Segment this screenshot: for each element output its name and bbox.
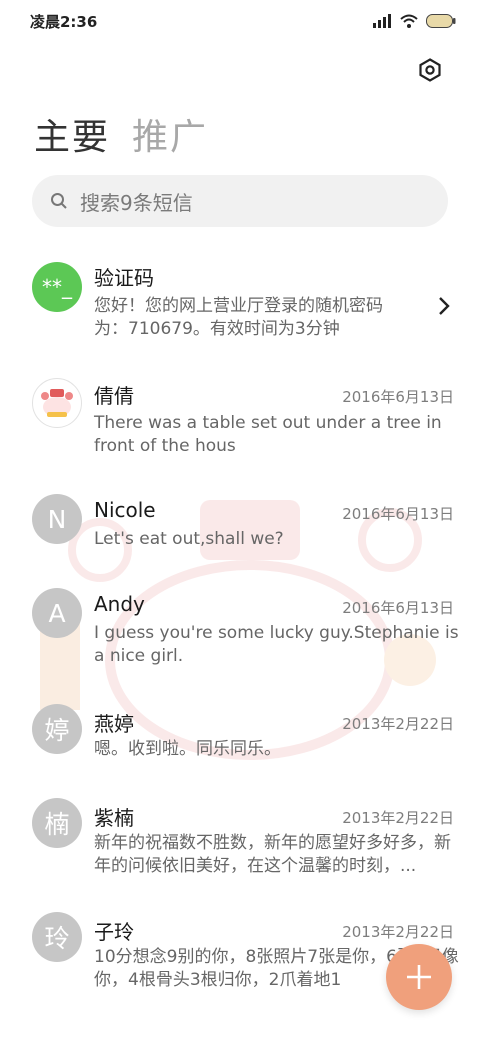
message-date: 2016年6月13日 (342, 599, 454, 617)
avatar-text: 楠 (44, 810, 70, 839)
settings-button[interactable] (414, 54, 446, 86)
avatar: 楠 (32, 798, 82, 848)
new-message-button[interactable] (386, 944, 452, 1010)
message-date: 2013年2月22日 (342, 809, 454, 827)
sender-name: 燕婷 (94, 712, 134, 736)
message-preview: 新年的祝福数不胜数，新年的愿望好多好多，新年的问候依旧美好，在这个温馨的时刻，.… (94, 833, 451, 876)
avatar: **_ (32, 262, 82, 312)
sender-name: 子玲 (94, 920, 134, 944)
message-preview: 您好！您的网上营业厅登录的随机密码为：710679。有效时间为3分钟 (94, 296, 383, 339)
avatar-text: 玲 (44, 924, 70, 953)
tab-bar: 主要 推广 (34, 108, 208, 160)
message-date: 2016年6月13日 (342, 505, 454, 523)
sender-name: Nicole (94, 498, 156, 522)
settings-icon (419, 58, 441, 82)
message-row[interactable]: 倩倩 2016年6月13日 There was a table set out … (0, 378, 480, 468)
status-bar: 凌晨2:36 (0, 0, 480, 42)
avatar-text: A (48, 598, 66, 628)
search-bar[interactable]: 搜索9条短信 (32, 175, 448, 227)
sender-name: 验证码 (94, 266, 154, 290)
message-date: 2016年6月13日 (342, 388, 454, 406)
wifi-icon (400, 14, 418, 28)
avatar-text: N (47, 504, 67, 534)
message-preview: I guess you're some lucky guy.Stephanie … (94, 623, 459, 666)
sender-name: Andy (94, 592, 145, 616)
avatar (32, 378, 82, 428)
message-row[interactable]: A Andy 2016年6月13日 I guess you're some lu… (0, 588, 480, 678)
message-preview: Let's eat out,shall we? (94, 529, 284, 549)
avatar: A (32, 588, 82, 638)
message-row[interactable]: N Nicole 2016年6月13日 Let's eat out,shall … (0, 494, 480, 564)
avatar-text: **_ (42, 275, 72, 299)
message-date: 2013年2月22日 (342, 715, 454, 733)
message-row[interactable]: 楠 紫楠 2013年2月22日 新年的祝福数不胜数，新年的愿望好多好多，新年的问… (0, 798, 480, 888)
sender-name: 倩倩 (94, 384, 134, 408)
tab-primary[interactable]: 主要 (34, 108, 110, 160)
message-row[interactable]: **_ 验证码 您好！您的网上营业厅登录的随机密码为：710679。有效时间为3… (0, 258, 480, 348)
battery-icon (426, 14, 456, 28)
message-preview: 嗯。收到啦。同乐同乐。 (94, 739, 281, 759)
status-icons (373, 14, 456, 28)
chevron-right-icon[interactable] (438, 296, 450, 316)
status-time: 凌晨2:36 (30, 12, 98, 31)
plus-icon (407, 965, 431, 989)
message-row[interactable]: 婷 燕婷 2013年2月22日 嗯。收到啦。同乐同乐。 (0, 704, 480, 774)
tab-promotions[interactable]: 推广 (132, 108, 208, 160)
avatar: 婷 (32, 704, 82, 754)
message-date: 2013年2月22日 (342, 923, 454, 941)
avatar: N (32, 494, 82, 544)
message-preview: There was a table set out under a tree i… (94, 413, 442, 456)
sender-name: 紫楠 (94, 806, 134, 830)
signal-icon (373, 14, 391, 28)
search-icon (51, 193, 67, 209)
cartoon-avatar-icon (41, 389, 73, 417)
search-placeholder: 搜索9条短信 (80, 190, 193, 215)
avatar: 玲 (32, 912, 82, 962)
avatar-text: 婷 (44, 716, 70, 745)
